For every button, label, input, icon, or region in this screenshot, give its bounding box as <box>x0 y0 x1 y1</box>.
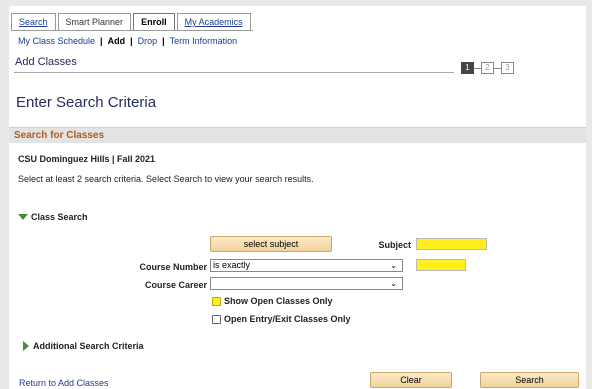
subnav-my-class-schedule[interactable]: My Class Schedule <box>18 36 95 46</box>
subject-input[interactable] <box>416 238 487 250</box>
step-connector <box>474 67 481 69</box>
open-entry-exit-row: Open Entry/Exit Classes Only <box>212 314 351 324</box>
tab-smart-planner[interactable]: Smart Planner <box>57 13 132 30</box>
search-section-header: Search for Classes <box>9 127 586 143</box>
course-career-label: Course Career <box>144 280 207 290</box>
instructions: Select at least 2 search criteria. Selec… <box>18 174 314 184</box>
tab-my-academics[interactable]: My Academics <box>176 13 251 30</box>
chevron-down-icon: ⌄ <box>390 261 397 270</box>
search-button[interactable]: Search <box>480 372 579 388</box>
subnav-separator: | <box>130 36 133 46</box>
school-term: CSU Dominguez Hills | Fall 2021 <box>18 154 156 164</box>
select-subject-button[interactable]: select subject <box>210 236 332 252</box>
course-number-input[interactable] <box>416 259 466 271</box>
title-divider <box>14 72 454 73</box>
left-margin <box>0 0 9 389</box>
subnav-term-information[interactable]: Term Information <box>170 36 238 46</box>
page-title: Add Classes <box>15 56 77 68</box>
chevron-down-icon: ⌄ <box>390 279 397 288</box>
additional-criteria-toggle[interactable]: Additional Search Criteria <box>23 341 144 351</box>
top-margin <box>0 0 592 6</box>
page: Search Smart Planner Enroll My Academics… <box>0 0 592 389</box>
clear-button[interactable]: Clear <box>370 372 452 388</box>
return-to-add-classes-link[interactable]: Return to Add Classes <box>19 378 109 388</box>
course-career-select[interactable]: ⌄ <box>210 277 403 290</box>
step-indicator: 1 2 3 <box>461 62 514 74</box>
class-search-label: Class Search <box>31 212 88 222</box>
subnav-separator: | <box>100 36 103 46</box>
subnav-separator: | <box>162 36 165 46</box>
expand-triangle-icon <box>18 214 28 220</box>
course-number-label: Course Number <box>139 262 207 272</box>
subject-label: Subject <box>378 240 411 250</box>
course-number-operator-value: is exactly <box>213 260 251 270</box>
main-tab-bar: Search Smart Planner Enroll My Academics <box>11 13 253 31</box>
subnav-drop[interactable]: Drop <box>138 36 158 46</box>
tab-search[interactable]: Search <box>11 13 56 30</box>
additional-criteria-label: Additional Search Criteria <box>33 341 144 351</box>
show-open-only-row: Show Open Classes Only <box>212 296 333 306</box>
class-search-toggle[interactable]: Class Search <box>18 212 88 222</box>
open-entry-exit-label: Open Entry/Exit Classes Only <box>224 314 351 324</box>
section-title: Search for Classes <box>14 130 105 141</box>
right-margin <box>586 0 592 389</box>
step-1: 1 <box>461 62 474 74</box>
open-entry-exit-checkbox[interactable] <box>212 314 221 324</box>
subnav-add: Add <box>107 36 126 46</box>
course-number-operator-select[interactable]: is exactly ⌄ <box>210 259 403 272</box>
step-3: 3 <box>501 62 514 74</box>
expand-triangle-icon <box>23 341 29 351</box>
step-2: 2 <box>481 62 494 74</box>
show-open-only-label: Show Open Classes Only <box>224 296 333 306</box>
tab-enroll[interactable]: Enroll <box>133 13 175 30</box>
show-open-only-checkbox[interactable] <box>212 296 221 306</box>
step-connector <box>494 67 501 69</box>
enroll-subnav: My Class Schedule | Add | Drop | Term In… <box>18 36 237 46</box>
search-heading: Enter Search Criteria <box>16 94 157 111</box>
